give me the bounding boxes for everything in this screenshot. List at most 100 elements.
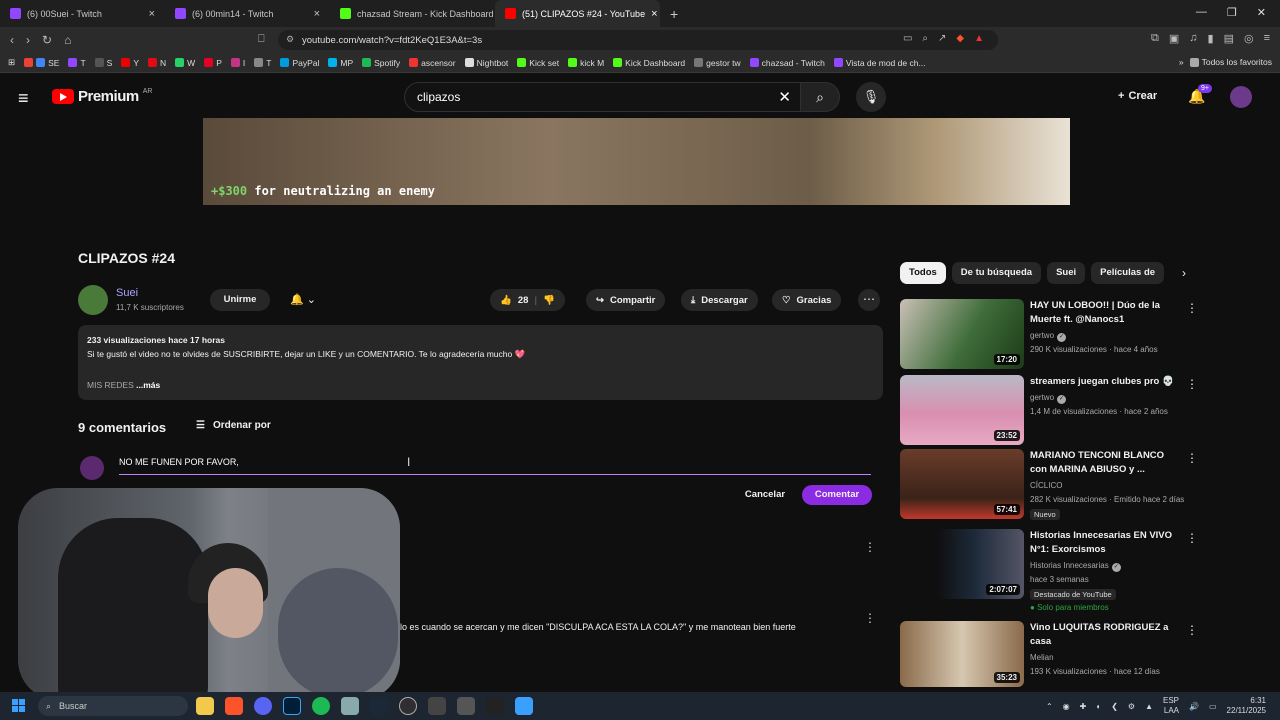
brave-shield-icon[interactable]: ◆ — [956, 33, 964, 44]
sort-comments-button[interactable]: ☰ Ordenar por — [196, 420, 271, 431]
all-bookmarks-folder[interactable]: Todos los favoritos — [1189, 57, 1272, 67]
extension-icon[interactable]: ▣ — [1169, 32, 1179, 45]
bookmark[interactable]: I — [230, 58, 245, 68]
bookmark[interactable]: Kick Dashboard — [613, 58, 685, 68]
recommended-video[interactable]: 35:23 Vino LUQUITAS RODRIGUEZ a casa Mel… — [900, 621, 1200, 693]
home-icon[interactable]: ⌂ — [64, 33, 71, 47]
tray-icon[interactable]: ▲ — [1145, 702, 1153, 711]
cancel-comment-button[interactable]: Cancelar — [736, 485, 794, 505]
bookmark[interactable]: S — [94, 58, 112, 68]
recommended-video[interactable]: 23:52 streamers juegan clubes pro 💀 gert… — [900, 375, 1200, 447]
browser-menu-icon[interactable]: ≡ — [1264, 32, 1270, 45]
bookmark[interactable]: Y — [121, 58, 139, 68]
comment-menu-icon[interactable]: ⋮ — [864, 611, 876, 625]
chip-channel[interactable]: Suei — [1047, 262, 1086, 284]
subscription-bell-button[interactable]: 🔔 ⌄ — [276, 289, 330, 311]
bookmark[interactable]: kick M — [568, 58, 604, 68]
bookmark[interactable]: chazsad - Twitch — [749, 58, 825, 68]
app-icon[interactable] — [341, 697, 359, 715]
chevron-right-icon[interactable]: › — [1182, 266, 1186, 280]
cast-icon[interactable]: ▭ — [903, 33, 912, 44]
recommended-video[interactable]: 2:07:07 Historias Innecesarias EN VIVO N… — [900, 529, 1200, 612]
bookmark[interactable]: N — [148, 58, 166, 68]
account-avatar[interactable] — [1230, 86, 1252, 108]
bookmark[interactable]: T — [68, 58, 86, 68]
discord-icon[interactable] — [254, 697, 272, 715]
video-menu-icon[interactable]: ⋮ — [1186, 531, 1198, 545]
channel-avatar[interactable] — [78, 285, 108, 315]
capcut-icon[interactable] — [486, 697, 504, 715]
tray-icon[interactable]: ⚙ — [1128, 702, 1135, 711]
steam-icon[interactable] — [370, 697, 388, 715]
app-icon[interactable] — [457, 697, 475, 715]
join-button[interactable]: Unirme — [210, 289, 270, 311]
new-tab-button[interactable]: + — [660, 6, 688, 22]
thanks-button[interactable]: ♡ Gracias — [772, 289, 842, 311]
bookmark-icon[interactable]: ⎕ — [258, 33, 265, 46]
description-box[interactable]: 233 visualizaciones hace 17 horas Si te … — [78, 325, 883, 400]
recommended-video[interactable]: 57:41 MARIANO TENCONI BLANCO con MARINA … — [900, 449, 1200, 521]
extension-icon[interactable]: ⧉ — [1151, 32, 1159, 45]
like-icon[interactable]: 👍 — [500, 295, 512, 306]
close-tab-icon[interactable]: × — [651, 8, 657, 20]
wallet-icon[interactable]: ▤ — [1224, 32, 1234, 45]
taskbar-search[interactable]: ⌕ Buscar — [38, 696, 188, 716]
dislike-icon[interactable]: 👎 — [543, 295, 555, 306]
brave-icon[interactable] — [225, 697, 243, 715]
clock[interactable]: 6:31 22/11/2025 — [1227, 696, 1266, 716]
bookmark[interactable]: Nightbot — [464, 58, 508, 68]
video-thumbnail[interactable]: 57:41 — [900, 449, 1024, 519]
video-menu-icon[interactable]: ⋮ — [1186, 301, 1198, 315]
bookmark[interactable]: Spotify — [362, 58, 400, 68]
browser-tab[interactable]: (6) 00Suei - Twitch × — [0, 0, 165, 27]
video-thumbnail[interactable]: 17:20 — [900, 299, 1024, 369]
browser-tab-active[interactable]: (51) CLIPAZOS #24 - YouTube × — [495, 0, 660, 27]
submit-comment-button[interactable]: Comentar — [802, 485, 872, 505]
comment-input[interactable]: NO ME FUNEN POR FAVOR, — [119, 457, 871, 475]
tray-chevron-icon[interactable]: ⌃ — [1046, 702, 1053, 711]
tray-icon[interactable]: ❮ — [1111, 702, 1118, 711]
bookmark[interactable]: PayPal — [280, 58, 319, 68]
video-thumbnail[interactable]: 23:52 — [900, 375, 1024, 445]
bookmark[interactable]: MP — [328, 58, 353, 68]
bookmark[interactable]: SE — [24, 58, 59, 68]
chip-search[interactable]: De tu búsqueda — [951, 262, 1042, 284]
voice-search-button[interactable]: 🎙 — [856, 82, 886, 112]
rewards-icon[interactable]: ▲ — [974, 33, 984, 44]
media-icon[interactable]: ♫ — [1189, 32, 1197, 45]
tray-icon[interactable]: ✚ — [1080, 702, 1087, 711]
browser-tab[interactable]: chazsad Stream - Kick Dashboard× — [330, 0, 495, 27]
chip-movies[interactable]: Películas de — [1091, 262, 1165, 284]
recommended-video[interactable]: 17:20 HAY UN LOBOO!! | Dúo de la Muerte … — [900, 299, 1200, 371]
file-explorer-icon[interactable] — [196, 697, 214, 715]
download-button[interactable]: ⤓ Descargar — [681, 289, 758, 311]
bookmark[interactable]: T — [254, 58, 271, 68]
clear-search-icon[interactable]: ✕ — [778, 88, 791, 106]
app-icon[interactable] — [515, 697, 533, 715]
video-thumbnail[interactable]: 2:07:07 — [900, 529, 1024, 599]
bookmark[interactable]: Kick set — [517, 58, 559, 68]
photoshop-icon[interactable] — [283, 697, 301, 715]
language-indicator[interactable]: ESP LAA — [1163, 696, 1179, 716]
share-page-icon[interactable]: ↗ — [938, 33, 946, 44]
search-input[interactable]: clipazos ✕ — [404, 82, 802, 112]
battery-icon[interactable]: ▭ — [1209, 702, 1217, 711]
url-field[interactable]: ⚙ youtube.com/watch?v=fdt2KeQ1E3A&t=3s ▭… — [278, 30, 998, 50]
sidebar-icon[interactable]: ▮ — [1208, 32, 1214, 45]
close-tab-icon[interactable]: × — [149, 8, 155, 20]
bookmark[interactable]: W — [175, 58, 195, 68]
video-thumbnail[interactable]: 35:23 — [900, 621, 1024, 687]
video-menu-icon[interactable]: ⋮ — [1186, 377, 1198, 391]
zoom-icon[interactable]: ⌕ — [922, 33, 928, 44]
volume-icon[interactable]: 🔊 — [1189, 702, 1199, 711]
back-icon[interactable]: ‹ — [10, 33, 14, 47]
chip-todos[interactable]: Todos — [900, 262, 946, 284]
site-info-icon[interactable]: ⚙ — [286, 34, 294, 45]
spotify-icon[interactable] — [312, 697, 330, 715]
minimize-icon[interactable]: — — [1196, 6, 1207, 19]
video-player[interactable]: +$300 for neutralizing an enemy — [203, 118, 1070, 205]
youtube-logo[interactable]: Premium AR — [52, 88, 152, 105]
bookmark[interactable]: P — [204, 58, 222, 68]
show-more-link[interactable]: ...más — [136, 380, 160, 390]
video-menu-icon[interactable]: ⋮ — [1186, 623, 1198, 637]
